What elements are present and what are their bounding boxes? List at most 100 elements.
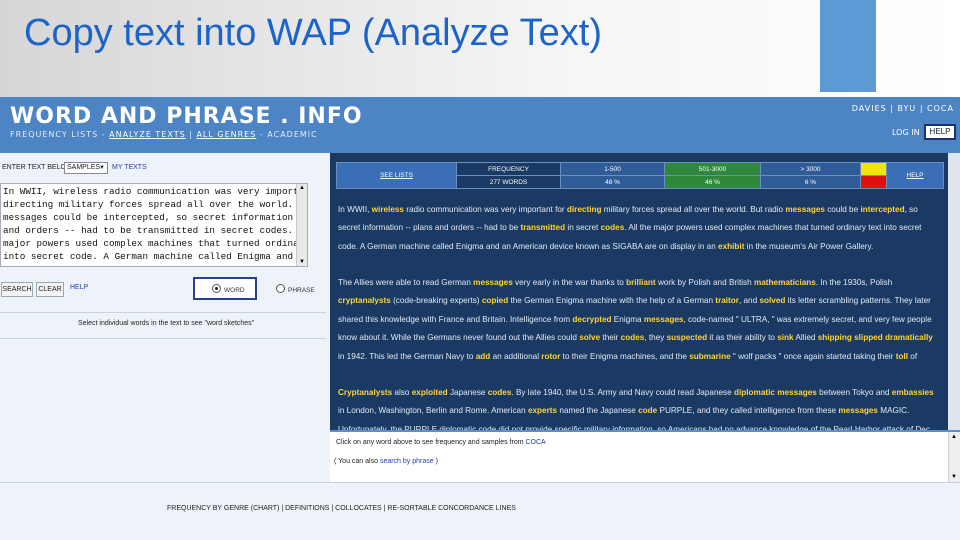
word-count: 277 WORDS bbox=[456, 175, 561, 189]
phrase-hint: ( You can also search by phrase ) bbox=[334, 458, 438, 465]
nav-all-genres[interactable]: ALL GENRES bbox=[196, 130, 256, 139]
text-run: very early in the war thanks to bbox=[512, 278, 627, 287]
phrase-radio[interactable] bbox=[276, 284, 285, 293]
highlighted-word[interactable]: copied bbox=[482, 296, 508, 305]
text-run: of bbox=[908, 351, 918, 361]
highlighted-word[interactable]: experts bbox=[528, 406, 557, 415]
login-link[interactable]: LOG IN bbox=[892, 128, 920, 137]
text-line: In WWII, wireless radio communication wa… bbox=[3, 186, 308, 197]
highlighted-word[interactable]: decrypted bbox=[572, 315, 611, 324]
highlighted-word[interactable]: transmitted bbox=[521, 223, 566, 232]
hint-text: Click on any word above to see frequency… bbox=[336, 439, 526, 446]
analyzed-paragraph-2[interactable]: The Allies were able to read German mess… bbox=[338, 274, 938, 366]
text-run: to their Enigma machines, and the bbox=[560, 351, 690, 361]
highlighted-word[interactable]: intercepted bbox=[860, 205, 904, 214]
header-links[interactable]: DAVIES | BYU | COCA bbox=[852, 104, 954, 113]
analysis-scrollbar[interactable] bbox=[948, 153, 960, 430]
highlighted-word[interactable]: shipping slipped dramatically bbox=[818, 333, 933, 342]
text-line: and orders -- had to be transmitted in s… bbox=[3, 224, 308, 236]
samples-select[interactable]: SAMPLES ▼ bbox=[64, 162, 108, 174]
highlighted-word[interactable]: code bbox=[638, 406, 657, 415]
red-swatch bbox=[860, 175, 887, 189]
highlighted-word[interactable]: add bbox=[476, 352, 491, 361]
result-tabs[interactable]: FREQUENCY BY GENRE (CHART) | DEFINITIONS… bbox=[167, 505, 516, 512]
nav-frequency-lists[interactable]: FREQUENCY LISTS - bbox=[10, 130, 109, 139]
text-run: , and bbox=[738, 296, 760, 306]
word-radio[interactable] bbox=[212, 284, 221, 293]
text-run: could be bbox=[824, 205, 861, 214]
help-link[interactable]: HELP bbox=[70, 284, 88, 291]
highlighted-word[interactable]: suspected bbox=[667, 333, 708, 342]
highlighted-word[interactable]: exploited bbox=[412, 388, 448, 397]
divider bbox=[0, 338, 326, 339]
clear-button[interactable]: CLEAR bbox=[36, 282, 64, 297]
highlighted-word[interactable]: brilliant bbox=[626, 278, 656, 287]
highlighted-word[interactable]: submarine bbox=[689, 352, 730, 361]
highlighted-word[interactable]: messages bbox=[838, 406, 878, 415]
scroll-down-arrow-icon[interactable]: ▼ bbox=[951, 474, 957, 480]
search-by-phrase-link[interactable]: search by phrase bbox=[380, 458, 434, 465]
text-run: Allied bbox=[793, 333, 818, 343]
highlighted-word[interactable]: exhibit bbox=[718, 242, 744, 251]
scroll-up-arrow-icon[interactable]: ▲ bbox=[299, 185, 305, 191]
highlighted-word[interactable]: mathematicians bbox=[754, 278, 816, 287]
help-button[interactable]: HELP bbox=[924, 124, 956, 140]
search-button[interactable]: SEARCH bbox=[1, 282, 33, 297]
textarea-scrollbar[interactable]: ▲ ▼ bbox=[296, 184, 307, 266]
frequency-label: FREQUENCY bbox=[456, 162, 561, 176]
nav-analyze-texts[interactable]: ANALYZE TEXTS bbox=[109, 130, 186, 139]
text-run: PURPLE, and they called intelligence fro… bbox=[657, 406, 839, 416]
text-run: work by Polish and British bbox=[655, 278, 754, 287]
text-input-area[interactable]: In WWII, wireless radio communication wa… bbox=[0, 183, 308, 267]
nav-academic[interactable]: - ACADEMIC bbox=[256, 130, 317, 139]
text-run: The Allies were able to read German bbox=[338, 278, 474, 287]
info-panel bbox=[330, 430, 960, 482]
text-run: military forces spread all over the worl… bbox=[601, 205, 786, 214]
coca-link[interactable]: COCA bbox=[526, 439, 546, 446]
see-lists-link[interactable]: SEE LISTS bbox=[336, 162, 457, 189]
nav-separator: | bbox=[185, 130, 197, 139]
text-run: named the Japanese bbox=[557, 406, 639, 416]
highlighted-word[interactable]: codes bbox=[488, 388, 512, 397]
analyzed-paragraph-1[interactable]: In WWII, wireless radio communication wa… bbox=[338, 201, 938, 257]
highlighted-word[interactable]: codes bbox=[621, 333, 645, 342]
scroll-down-arrow-icon[interactable]: ▼ bbox=[299, 259, 305, 265]
text-run: in the museum's Air Power Gallery. bbox=[744, 241, 874, 251]
highlighted-word[interactable]: solve bbox=[579, 333, 600, 342]
text-line: major powers used complex machines that … bbox=[3, 237, 308, 249]
band-3-percent: 6 % bbox=[760, 175, 861, 189]
text-run: it as their ability to bbox=[707, 333, 778, 343]
highlighted-word[interactable]: rotor bbox=[541, 352, 560, 361]
band-2-header[interactable]: 501-3000 bbox=[664, 162, 761, 176]
highlighted-word[interactable]: messages bbox=[785, 205, 825, 214]
hint-text: ) bbox=[433, 458, 438, 465]
highlighted-word[interactable]: solved bbox=[759, 296, 785, 305]
info-scrollbar[interactable]: ▲ ▼ bbox=[948, 432, 960, 482]
highlighted-word[interactable]: Cryptanalysts bbox=[338, 388, 392, 397]
slide-title: Copy text into WAP (Analyze Text) bbox=[24, 12, 602, 54]
highlighted-word[interactable]: cryptanalysts bbox=[338, 296, 391, 305]
band-3-header[interactable]: > 3000 bbox=[760, 162, 861, 176]
scroll-up-arrow-icon[interactable]: ▲ bbox=[951, 434, 957, 440]
highlighted-word[interactable]: traitor bbox=[715, 296, 739, 305]
highlighted-word[interactable]: codes bbox=[601, 223, 625, 232]
band-1-header[interactable]: 1-500 bbox=[560, 162, 665, 176]
analyzed-paragraph-3[interactable]: Cryptanalysts also exploited Japanese co… bbox=[338, 384, 938, 430]
enter-text-label: ENTER TEXT BELOW bbox=[2, 164, 73, 171]
text-run: Japanese bbox=[447, 388, 488, 397]
my-texts-link[interactable]: MY TEXTS bbox=[112, 164, 147, 171]
highlighted-word[interactable]: directing bbox=[567, 205, 602, 214]
highlighted-word[interactable]: messages bbox=[473, 278, 513, 287]
highlighted-word[interactable]: embassies bbox=[892, 388, 934, 397]
highlighted-word[interactable]: toll bbox=[896, 352, 908, 361]
click-hint: Click on any word above to see frequency… bbox=[336, 439, 546, 446]
highlighted-word[interactable]: wireless bbox=[372, 205, 404, 214]
stats-help-link[interactable]: HELP bbox=[886, 162, 944, 189]
highlighted-word[interactable]: diplomatic messages bbox=[734, 388, 817, 397]
text-run: in 1942. This led the German Navy to bbox=[338, 351, 476, 361]
text-run: (code-breaking experts) bbox=[390, 296, 482, 306]
highlighted-word[interactable]: sink bbox=[777, 333, 793, 342]
frequency-stats-table: SEE LISTS FREQUENCY 1-500 501-3000 > 300… bbox=[336, 162, 944, 189]
highlighted-word[interactable]: messages bbox=[644, 315, 684, 324]
site-logo[interactable]: WORD AND PHRASE . INFO bbox=[10, 104, 363, 129]
